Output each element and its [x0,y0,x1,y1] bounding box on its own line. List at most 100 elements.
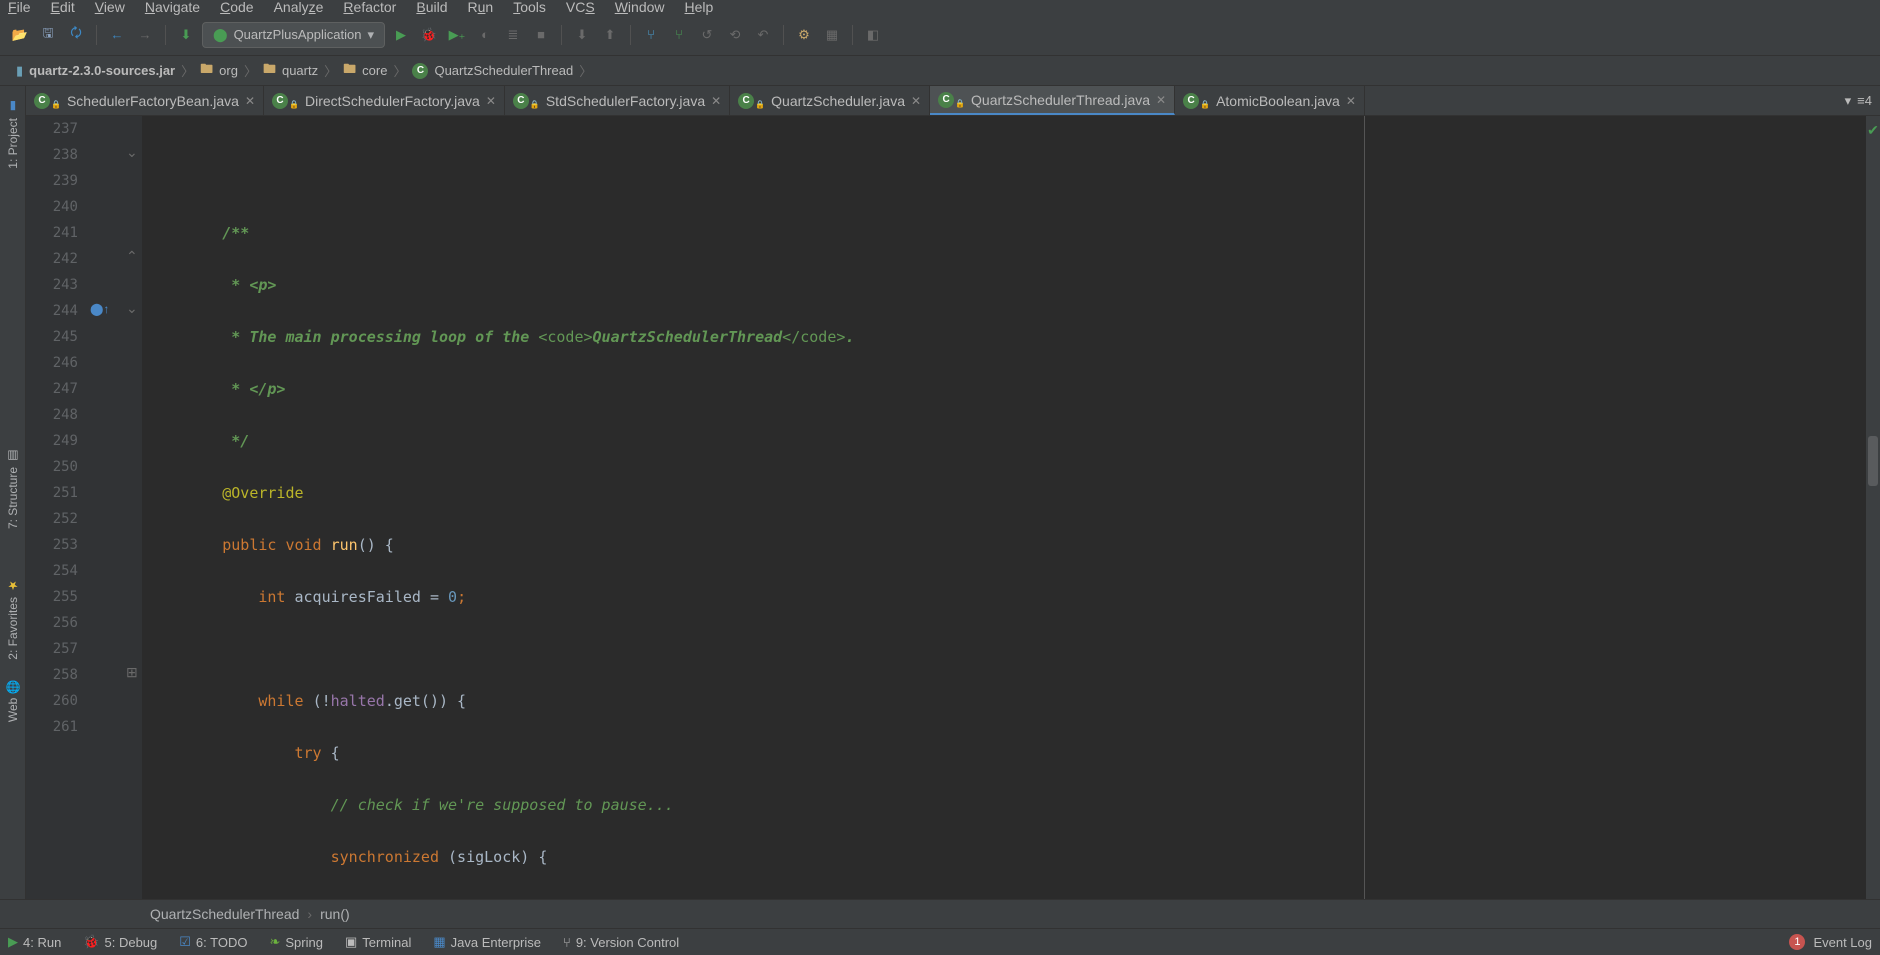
coverage-icon[interactable]: ▶₊ [445,23,469,47]
tab-label: StdSchedulerFactory.java [546,93,705,109]
code-breadcrumb: QuartzSchedulerThread › run() [0,899,1880,929]
tool-window-java-enterprise[interactable]: ▦ Java Enterprise [433,934,541,950]
revert-icon[interactable]: ⟲ [723,23,747,47]
tab-atomic-boolean[interactable]: C🔒 AtomicBoolean.java ✕ [1175,86,1365,115]
tool-window-run[interactable]: ▶ 4: Run [8,934,61,950]
undo-icon[interactable]: ↶ [751,23,775,47]
code-editor[interactable]: 237238239 240241242 243244245 246247248 … [26,116,1880,899]
tool-window-version-control[interactable]: ⑂ 9: Version Control [563,935,679,950]
tab-direct-scheduler-factory[interactable]: C🔒 DirectSchedulerFactory.java ✕ [264,86,505,115]
run-configuration-dropdown[interactable]: ⬤ QuartzPlusApplication ▾ [202,22,385,48]
toolbar: 📂 🖫 🗘 ← → ⬇ ⬤ QuartzPlusApplication ▾ ▶ … [0,14,1880,56]
tool-window-spring[interactable]: ❧ Spring [269,934,322,950]
menu-help[interactable]: Help [685,0,714,15]
lock-icon: 🔒 [530,100,540,109]
code-content[interactable]: /** * <p> * The main processing loop of … [142,116,1866,899]
tabs-overflow[interactable]: ▾ ≡4 [1837,86,1880,115]
branch-icon[interactable]: ⑂ [639,23,663,47]
star-icon: ★ [6,579,20,593]
separator [630,25,631,45]
menu-tools[interactable]: Tools [513,0,546,15]
back-icon[interactable]: ← [105,23,129,47]
forward-icon[interactable]: → [133,23,157,47]
tab-std-scheduler-factory[interactable]: C🔒 StdSchedulerFactory.java ✕ [505,86,730,115]
breadcrumb-method[interactable]: run() [320,906,350,922]
folder-icon: 🖿 [343,60,356,82]
debug-icon[interactable]: 🐞 [417,23,441,47]
vcs-branch-icon[interactable]: ⑂ [667,23,691,47]
close-icon[interactable]: ✕ [245,94,255,108]
menu-run[interactable]: Run [468,0,494,15]
fold-collapse-icon[interactable]: ⌃ [126,248,138,265]
menu-refactor[interactable]: Refactor [343,0,396,15]
tabs-count: ≡4 [1857,93,1872,108]
tab-quartz-scheduler[interactable]: C🔒 QuartzScheduler.java ✕ [730,86,930,115]
crumb-label: quartz [282,63,318,78]
tool-window-favorites[interactable]: 2: Favorites★ [3,569,23,670]
fold-collapse-icon[interactable]: ⌄ [126,144,138,161]
fold-expand-icon[interactable]: ⊞ [126,664,138,681]
fold-collapse-icon[interactable]: ⌄ [126,300,138,317]
menu-build[interactable]: Build [416,0,447,15]
tool-window-project[interactable]: 1: Project▮ [3,90,23,179]
menu-file[interactable]: File [8,0,31,15]
event-log-label[interactable]: Event Log [1813,935,1872,950]
editor-tabs: C🔒 SchedulerFactoryBean.java ✕ C🔒 Direct… [26,86,1880,116]
tool-window-web[interactable]: Web🌐 [3,669,23,732]
crumb-label: QuartzSchedulerThread [434,63,573,78]
close-icon[interactable]: ✕ [711,94,721,108]
close-icon[interactable]: ✕ [911,94,921,108]
menu-view[interactable]: View [95,0,125,15]
tool-window-todo[interactable]: ☑ 6: TODO [179,934,247,950]
save-all-icon[interactable]: 🖫 [36,23,60,47]
more-icon[interactable]: ◧ [861,23,885,47]
menu-analyze[interactable]: Analyze [274,0,324,15]
menu-code[interactable]: Code [220,0,253,15]
status-label: 5: Debug [105,935,158,950]
close-icon[interactable]: ✕ [1346,94,1356,108]
menu-window[interactable]: Window [615,0,665,15]
crumb-folder-core[interactable]: 🖿 core [335,58,395,84]
breadcrumb-class[interactable]: QuartzSchedulerThread [150,906,299,922]
tool-window-debug[interactable]: 🐞 5: Debug [83,934,157,950]
run-icon[interactable]: ▶ [389,23,413,47]
stop-icon[interactable]: ■ [529,23,553,47]
tab-quartz-scheduler-thread[interactable]: C🔒 QuartzSchedulerThread.java ✕ [930,86,1175,115]
close-icon[interactable]: ✕ [1156,93,1166,107]
tool-window-terminal[interactable]: ▣ Terminal [345,934,411,950]
menu-bar: File Edit View Navigate Code Analyze Ref… [0,0,1880,14]
crumb-folder-quartz[interactable]: 🖿 quartz [255,58,326,84]
history-icon[interactable]: ↺ [695,23,719,47]
vcs-icon: ⑂ [563,935,571,950]
override-icon[interactable]: ⬤↑ [90,302,109,316]
profile-icon[interactable]: ◐ [473,23,497,47]
editor-area: C🔒 SchedulerFactoryBean.java ✕ C🔒 Direct… [26,86,1880,899]
menu-vcs[interactable]: VCS [566,0,595,15]
menu-edit[interactable]: Edit [51,0,75,15]
crumb-jar[interactable]: ▮ quartz-2.3.0-sources.jar [8,61,183,81]
vcs-update-icon[interactable]: ⬇ [570,23,594,47]
close-icon[interactable]: ✕ [486,94,496,108]
spring-icon: ❧ [269,934,280,950]
notification-badge[interactable]: 1 [1789,934,1805,950]
vcs-commit-icon[interactable]: ⬆ [598,23,622,47]
status-label: 6: TODO [196,935,248,950]
lock-icon: 🔒 [51,100,61,109]
scroll-thumb[interactable] [1868,436,1878,486]
build-icon[interactable]: ⬇ [174,23,198,47]
lock-icon: 🔒 [755,100,765,109]
attach-icon[interactable]: ≣ [501,23,525,47]
tab-scheduler-factory-bean[interactable]: C🔒 SchedulerFactoryBean.java ✕ [26,86,264,115]
structure-icon[interactable]: ▦ [820,23,844,47]
crumb-folder-org[interactable]: 🖿 org [192,58,246,84]
crumb-class[interactable]: C QuartzSchedulerThread [404,61,581,81]
settings-icon[interactable]: ⚙ [792,23,816,47]
open-icon[interactable]: 📂 [8,23,32,47]
sync-icon[interactable]: 🗘 [64,23,88,47]
folder-icon: 🖿 [263,60,276,82]
vertical-scrollbar[interactable]: ✔ [1866,116,1880,899]
inspection-ok-icon: ✔ [1867,122,1879,139]
tool-window-structure[interactable]: 7: Structure▥ [3,439,23,539]
separator [783,25,784,45]
menu-navigate[interactable]: Navigate [145,0,200,15]
